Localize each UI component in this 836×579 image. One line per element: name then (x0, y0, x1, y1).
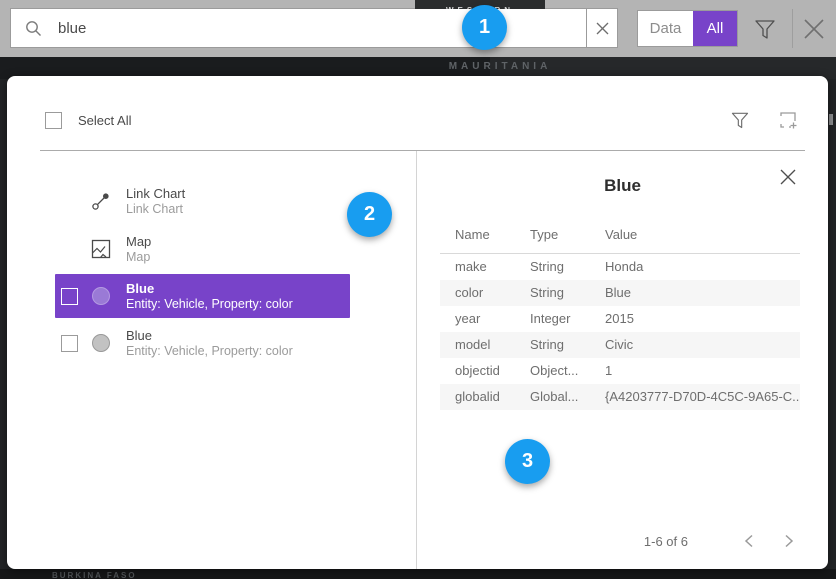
link-chart-icon (90, 190, 112, 212)
cell-name: model (440, 332, 515, 358)
table-header: Name Type Value (440, 222, 800, 254)
attributes-table: Name Type Value make String Honda color … (440, 222, 800, 410)
result-item-blue[interactable]: Blue Entity: Vehicle, Property: color (7, 320, 416, 366)
add-selection-icon[interactable] (778, 110, 798, 130)
table-row: color String Blue (440, 280, 800, 306)
select-all-label: Select All (78, 113, 131, 128)
item-checkbox[interactable] (61, 335, 78, 352)
entity-circle-icon (90, 332, 112, 354)
search-scope-toggle: Data All (637, 10, 738, 47)
scope-all-button[interactable]: All (693, 11, 737, 46)
result-title: Link Chart (126, 186, 185, 202)
cell-value: 1 (590, 358, 800, 384)
search-icon (11, 9, 42, 47)
map-label-burkina-faso: BURKINA FASO (52, 571, 137, 579)
entity-circle-icon (90, 285, 112, 307)
table-row: objectid Object... 1 (440, 358, 800, 384)
map-scrollbar-thumb[interactable] (829, 114, 833, 125)
close-search-icon[interactable] (799, 14, 829, 44)
table-row: model String Civic (440, 332, 800, 358)
map-icon (90, 238, 112, 260)
result-title: Blue (126, 281, 293, 297)
column-name: Name (440, 222, 515, 253)
cell-name: year (440, 306, 515, 332)
cell-value: Civic (590, 332, 800, 358)
previous-page-icon[interactable] (736, 528, 762, 554)
cell-type: Global... (515, 384, 590, 410)
result-subtitle: Entity: Vehicle, Property: color (126, 297, 293, 312)
cell-type: String (515, 332, 590, 358)
result-title: Blue (126, 328, 293, 344)
toolbar-divider (792, 9, 793, 48)
pagination: 1-6 of 6 (644, 528, 802, 554)
filter-results-icon[interactable] (730, 110, 750, 130)
select-all-checkbox[interactable] (45, 112, 62, 129)
table-row: globalid Global... {A4203777-D70D-4C5C-9… (440, 384, 800, 410)
cell-value: Honda (590, 254, 800, 280)
annotation-callout-2: 2 (347, 192, 392, 237)
cell-type: Integer (515, 306, 590, 332)
map-label-mauritania: MAURITANIA (420, 61, 580, 72)
cell-value: Blue (590, 280, 800, 306)
clear-search-button[interactable] (586, 9, 617, 47)
detail-title: Blue (417, 176, 828, 196)
cell-name: make (440, 254, 515, 280)
next-page-icon[interactable] (776, 528, 802, 554)
cell-type: Object... (515, 358, 590, 384)
table-row: make String Honda (440, 254, 800, 280)
result-subtitle: Entity: Vehicle, Property: color (126, 344, 293, 359)
result-item-map[interactable]: Map Map (7, 226, 416, 272)
annotation-callout-3: 3 (505, 439, 550, 484)
column-type: Type (515, 222, 590, 253)
annotation-callout-1: 1 (462, 5, 507, 50)
result-subtitle: Link Chart (126, 202, 185, 217)
search-results-panel: Select All Link Chart Link Ch (7, 76, 828, 569)
scope-data-button[interactable]: Data (638, 11, 693, 46)
search-box[interactable] (10, 8, 618, 48)
cell-type: String (515, 280, 590, 306)
cell-type: String (515, 254, 590, 280)
result-title: Map (126, 234, 151, 250)
result-item-blue-selected[interactable]: Blue Entity: Vehicle, Property: color (55, 274, 350, 318)
item-checkbox[interactable] (61, 288, 78, 305)
close-detail-icon[interactable] (778, 167, 800, 189)
cell-value: {A4203777-D70D-4C5C-9A65-C... (590, 384, 800, 410)
result-subtitle: Map (126, 250, 151, 265)
filter-icon[interactable] (753, 17, 777, 41)
column-value: Value (590, 222, 800, 253)
cell-name: color (440, 280, 515, 306)
cell-name: objectid (440, 358, 515, 384)
detail-pane: Blue Name Type Value make String Honda c… (417, 151, 828, 569)
table-row: year Integer 2015 (440, 306, 800, 332)
cell-name: globalid (440, 384, 515, 410)
pagination-label: 1-6 of 6 (644, 534, 688, 549)
select-all-row[interactable]: Select All (45, 112, 131, 129)
cell-value: 2015 (590, 306, 800, 332)
